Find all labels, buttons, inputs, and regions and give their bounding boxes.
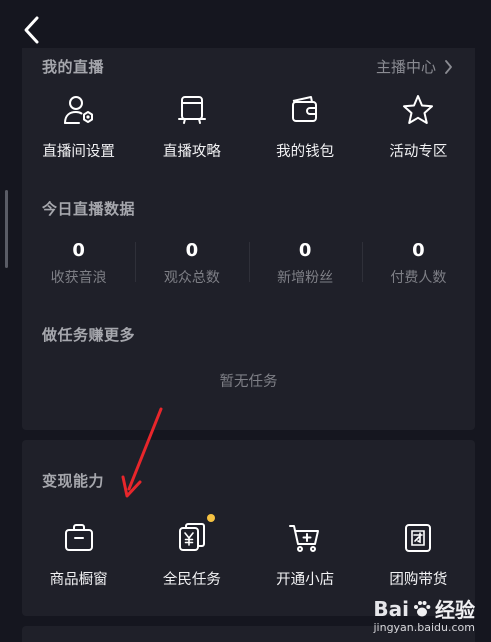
watermark-logo: Bai 经验: [373, 594, 475, 623]
cart-plus-icon: [287, 520, 323, 556]
my-live-item-guide[interactable]: 直播攻略: [135, 92, 248, 161]
my-live-item-label: 直播攻略: [162, 144, 221, 160]
stat-label: 付费人数: [390, 270, 447, 286]
my-live-card: 我的直播 主播中心 直播间设置 直播攻略 我的钱包 活动专区 今日直播数据 0 …: [22, 48, 475, 430]
monetize-item-open-shop[interactable]: 开通小店: [249, 520, 362, 589]
tv-guide-icon: [174, 92, 210, 128]
monetize-title: 变现能力: [42, 472, 105, 490]
watermark-text-a: Bai: [373, 596, 409, 621]
my-live-grid: 直播间设置 直播攻略 我的钱包 活动专区: [22, 92, 475, 161]
watermark-url: jingyan.baidu.com: [373, 621, 475, 634]
monetize-item-tasks[interactable]: 全民任务: [135, 514, 248, 589]
chevron-right-icon: [445, 59, 452, 74]
my-live-item-label: 我的钱包: [276, 144, 335, 160]
stat-value: 0: [72, 240, 85, 261]
stat-label: 收获音浪: [50, 270, 107, 286]
today-data-title: 今日直播数据: [42, 200, 136, 218]
notification-dot: [206, 514, 215, 522]
group-buy-icon: [400, 520, 436, 556]
stat-value: 0: [298, 240, 312, 261]
user-gear-icon: [61, 92, 97, 128]
stat-label: 新增粉丝: [277, 270, 334, 286]
my-live-item-room-settings[interactable]: 直播间设置: [22, 92, 135, 161]
tasks-empty-text: 暂无任务: [219, 374, 278, 390]
my-live-item-label: 直播间设置: [42, 144, 115, 160]
monetize-item-label: 全民任务: [162, 572, 221, 588]
star-icon: [400, 92, 436, 128]
back-button[interactable]: [18, 14, 48, 46]
stat-income: 0 收获音浪: [22, 240, 135, 287]
my-live-item-activities[interactable]: 活动专区: [362, 92, 475, 161]
today-stats: 0 收获音浪 0 观众总数 0 新增粉丝 0 付费人数: [22, 240, 475, 287]
monetize-grid: 商品橱窗 全民任务 开通小店 团购带货: [22, 514, 475, 589]
yuan-card-icon: [174, 514, 215, 556]
tasks-title: 做任务赚更多: [42, 326, 136, 344]
anchor-center-label: 主播中心: [375, 58, 436, 76]
briefcase-icon: [61, 520, 97, 556]
monetize-item-showcase[interactable]: 商品橱窗: [22, 520, 135, 589]
monetize-card: 变现能力 商品橱窗 全民任务 开通小店 团购带货: [22, 440, 475, 616]
my-live-item-label: 活动专区: [389, 144, 448, 160]
baidu-jingyan-watermark: Bai 经验 jingyan.baidu.com: [373, 594, 475, 635]
watermark-text-b: 经验: [435, 598, 475, 622]
scroll-indicator[interactable]: [5, 190, 8, 268]
stat-label: 观众总数: [163, 270, 220, 286]
stat-viewers: 0 观众总数: [135, 240, 248, 287]
stat-value: 0: [185, 240, 199, 261]
my-live-item-wallet[interactable]: 我的钱包: [249, 92, 362, 161]
monetize-item-group-buy[interactable]: 团购带货: [362, 520, 475, 589]
stat-value: 0: [412, 240, 425, 261]
my-live-title: 我的直播: [42, 58, 105, 76]
monetize-item-label: 团购带货: [389, 572, 448, 588]
monetize-item-label: 商品橱窗: [49, 572, 108, 588]
anchor-center-link[interactable]: 主播中心: [376, 56, 453, 77]
monetize-item-label: 开通小店: [276, 572, 335, 588]
paw-icon: [414, 600, 431, 616]
stat-new-fans: 0 新增粉丝: [248, 240, 362, 287]
chevron-left-icon: [24, 16, 39, 44]
stat-payers: 0 付费人数: [361, 240, 475, 287]
wallet-icon: [287, 92, 323, 128]
